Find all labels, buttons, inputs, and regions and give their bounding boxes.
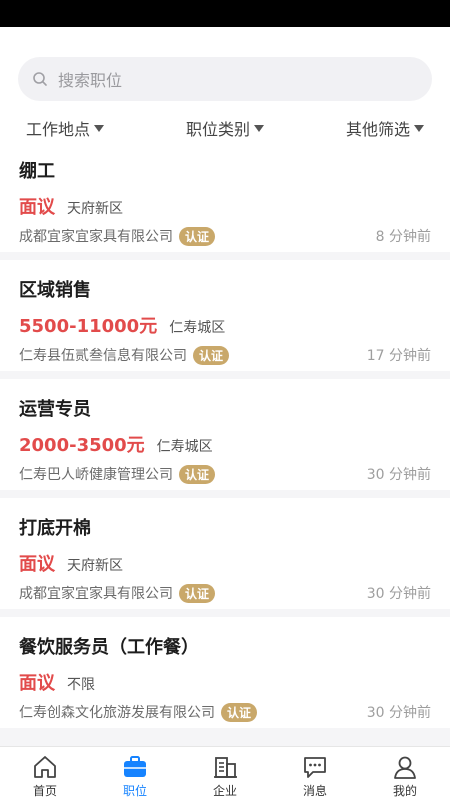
job-card[interactable]: 绷工 面议 天府新区 成都宜家宜家具有限公司 认证 8 分钟前 [0,141,450,252]
tab-company[interactable]: 企业 [180,747,270,800]
tab-home[interactable]: 首页 [0,747,90,800]
filter-category[interactable]: 职位类别 [186,115,264,141]
caret-down-icon [413,124,424,132]
header: 搜索职位 工作地点 职位类别 其他筛选 [0,27,450,141]
job-salary: 面议 [19,554,55,575]
job-time: 30 分钟前 [366,705,431,721]
job-title: 运营专员 [19,399,91,420]
job-list: 绷工 面议 天府新区 成都宜家宜家具有限公司 认证 8 分钟前 区域销售 550… [0,141,450,736]
job-company: 成都宜家宜家具有限公司 [19,229,173,245]
tab-label: 首页 [32,784,57,798]
job-card[interactable]: 餐饮服务员（工作餐） 面议 不限 仁寿创森文化旅游发展有限公司 认证 30 分钟… [0,617,450,728]
job-time: 8 分钟前 [375,229,431,245]
filter-label: 职位类别 [185,120,250,139]
job-salary: 面议 [19,673,55,694]
search-placeholder: 搜索职位 [58,71,123,90]
job-time: 17 分钟前 [366,348,431,364]
filter-location[interactable]: 工作地点 [26,115,105,141]
caret-down-icon [94,124,105,132]
home-icon [34,756,56,778]
building-icon [214,757,237,778]
job-title: 区域销售 [19,280,91,301]
job-salary: 面议 [19,197,55,218]
job-card[interactable]: 打底开棉 面议 天府新区 成都宜家宜家具有限公司 认证 30 分钟前 [0,498,450,609]
tab-profile[interactable]: 我的 [360,747,450,800]
job-title: 打底开棉 [19,518,91,539]
job-location: 仁寿城区 [156,439,213,455]
job-card[interactable]: 运营专员 2000-3500元 仁寿城区 仁寿巴人峤健康管理公司 认证 30 分… [0,379,450,490]
tab-jobs[interactable]: 职位 [90,747,180,800]
job-title: 餐饮服务员（工作餐） [19,637,199,658]
search-input[interactable]: 搜索职位 [18,57,432,101]
filter-bar: 工作地点 职位类别 其他筛选 [0,115,450,141]
verified-badge: 认证 [179,583,216,603]
message-icon [304,757,326,778]
tab-messages[interactable]: 消息 [270,747,360,800]
verified-badge: 认证 [179,464,216,484]
job-time: 30 分钟前 [366,467,431,483]
job-company: 成都宜家宜家具有限公司 [19,586,173,602]
briefcase-icon [124,756,146,777]
filter-label: 工作地点 [26,120,91,139]
filter-other[interactable]: 其他筛选 [346,115,424,141]
job-time: 30 分钟前 [366,586,431,602]
verified-badge: 认证 [221,702,258,722]
tab-label: 职位 [122,784,147,798]
job-location: 不限 [67,677,95,693]
job-company: 仁寿巴人峤健康管理公司 [19,467,173,483]
job-company: 仁寿创森文化旅游发展有限公司 [19,705,215,721]
tab-label: 企业 [212,784,237,798]
job-location: 仁寿城区 [169,320,226,336]
status-bar [0,0,450,27]
job-location: 天府新区 [67,558,123,574]
filter-label: 其他筛选 [345,120,410,139]
job-title: 绷工 [19,161,55,182]
job-salary: 5500-11000元 [19,316,158,337]
search-icon [33,72,47,86]
verified-badge: 认证 [193,345,230,365]
tab-label: 我的 [392,784,417,798]
tab-label: 消息 [302,784,327,798]
tab-bar: 首页 职位 企业 消息 我的 [0,746,450,800]
job-card[interactable]: 区域销售 5500-11000元 仁寿城区 仁寿县伍贰叁信息有限公司 认证 17… [0,260,450,371]
job-company: 仁寿县伍贰叁信息有限公司 [19,348,187,364]
user-icon [394,756,416,779]
caret-down-icon [254,124,264,132]
job-location: 天府新区 [67,201,123,217]
verified-badge: 认证 [179,226,216,246]
job-salary: 2000-3500元 [19,435,145,456]
